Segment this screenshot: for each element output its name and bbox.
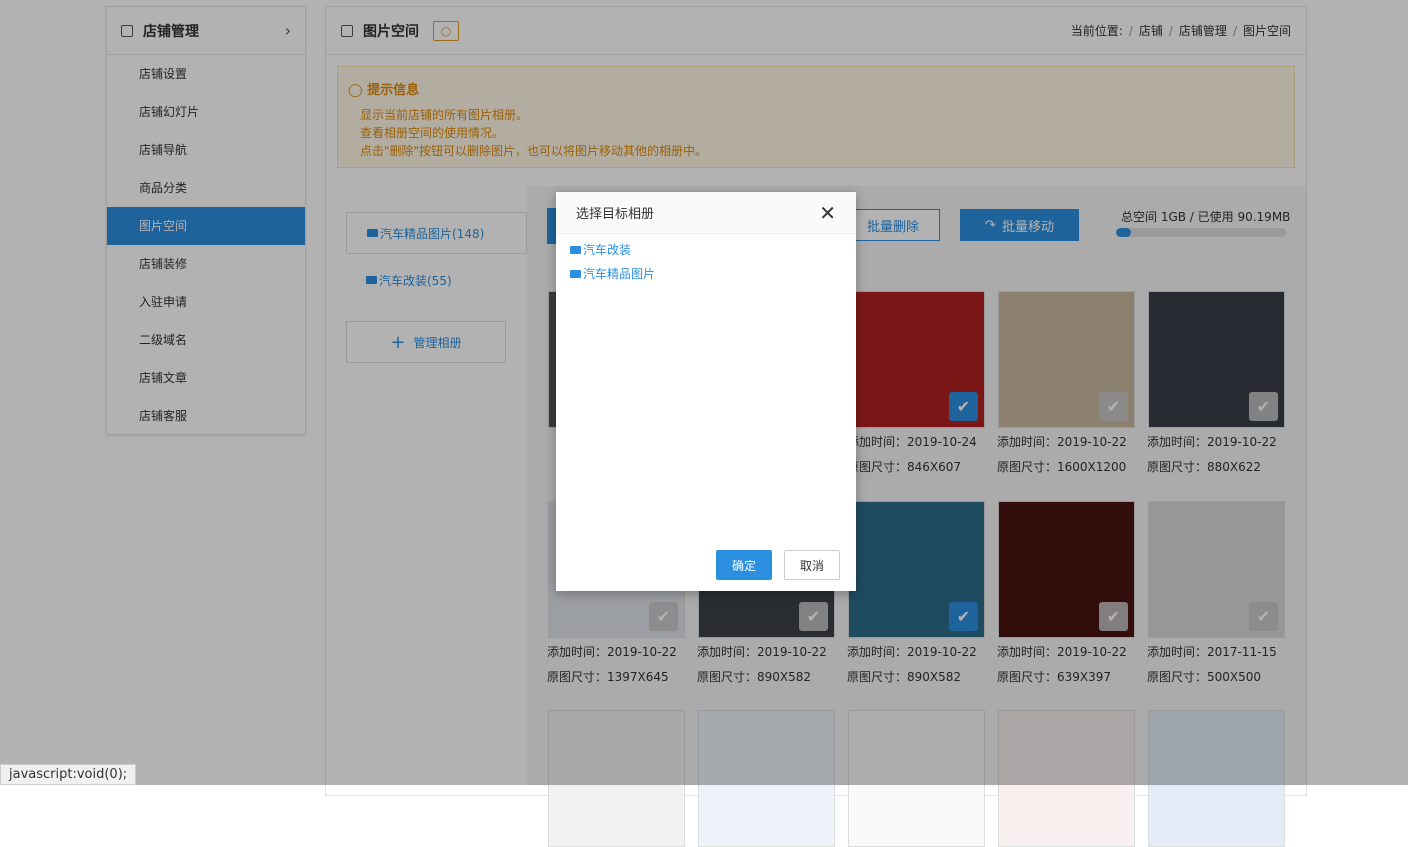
album-tree-item[interactable]: 汽车精品图片 — [570, 262, 842, 286]
status-bar: javascript:void(0); — [0, 764, 137, 785]
dialog-title: 选择目标相册 — [576, 207, 655, 222]
dialog-header: 选择目标相册 ✕ — [556, 192, 856, 234]
album-tree-label: 汽车改装 — [583, 243, 632, 257]
cancel-button[interactable]: 取消 — [784, 550, 840, 580]
album-tree-item[interactable]: 汽车改装 — [570, 238, 842, 262]
confirm-button[interactable]: 确定 — [716, 550, 772, 580]
close-icon[interactable]: ✕ — [819, 201, 836, 225]
folder-icon — [570, 246, 581, 254]
album-tree: 汽车改装 汽车精品图片 — [556, 234, 856, 290]
select-album-dialog: 选择目标相册 ✕ 汽车改装 汽车精品图片 — [556, 192, 856, 591]
folder-icon — [570, 270, 581, 278]
album-tree-label: 汽车精品图片 — [583, 267, 656, 281]
